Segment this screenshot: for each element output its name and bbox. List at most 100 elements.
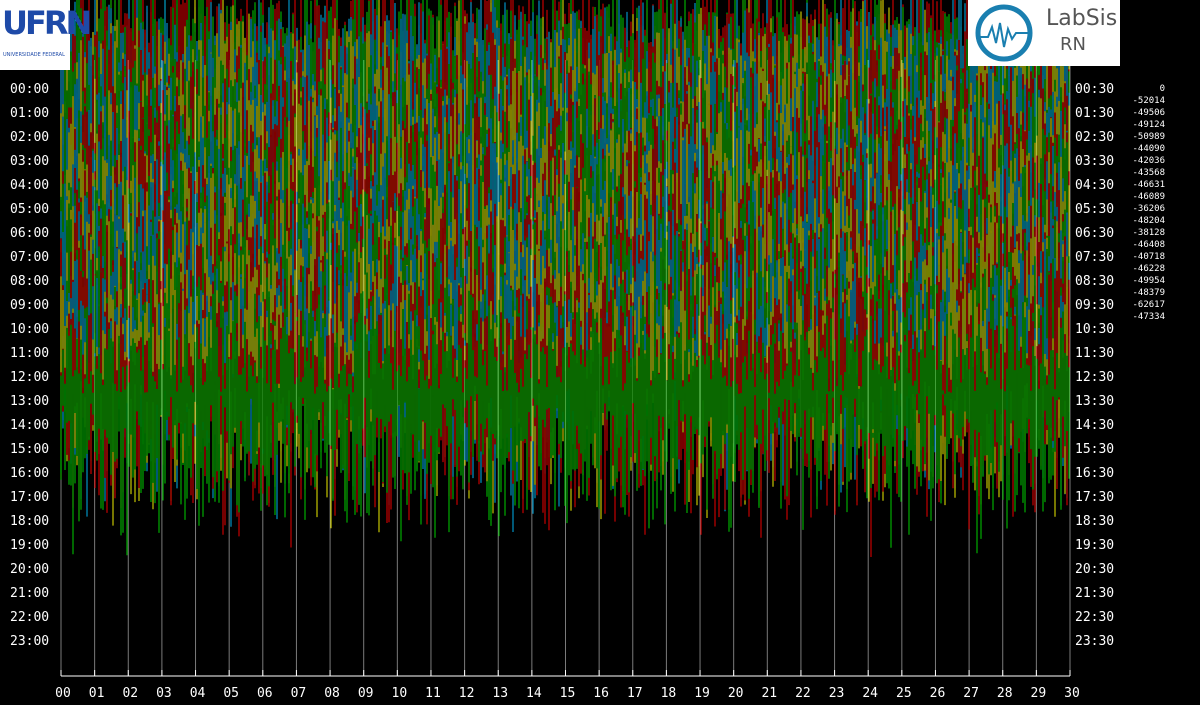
right-hour-label: 16:30	[1075, 466, 1114, 481]
left-hour-label: 09:00	[10, 298, 49, 313]
x-tick-label-29: 29	[1031, 686, 1047, 701]
left-hour-label: 17:00	[10, 490, 49, 505]
trace-offset-value: -50989	[1132, 132, 1165, 142]
right-hour-label: 14:30	[1075, 418, 1114, 433]
x-tick-label-01: 01	[89, 686, 105, 701]
x-tick-label-09: 09	[358, 686, 374, 701]
ufrn-logo-subtitle: UNIVERSIDADE FEDERAL DO RIO GRANDE DO NO…	[3, 52, 67, 58]
right-hour-label: 07:30	[1075, 250, 1114, 265]
x-tick-label-18: 18	[661, 686, 677, 701]
left-hour-label: 12:00	[10, 370, 49, 385]
labsis-logo-line1: LabSis	[1046, 6, 1118, 31]
left-hour-label: 07:00	[10, 250, 49, 265]
left-hour-label: 02:00	[10, 130, 49, 145]
helicorder-chart: 00 01 02 03 04 05 06 07 08 09 10 11 12 13 14 15 16 17 18 19…	[10, 0, 1165, 701]
right-hour-label: 10:30	[1075, 322, 1114, 337]
trace-offset-value: -46228	[1132, 264, 1165, 274]
trace-offset-value: -46408	[1132, 240, 1165, 250]
x-tick-label-06: 06	[257, 686, 273, 701]
left-hour-label: 23:00	[10, 634, 49, 649]
x-tick-label-07: 07	[291, 686, 307, 701]
x-tick-label-13: 13	[492, 686, 508, 701]
labsis-logo-line2: RN	[1060, 34, 1086, 55]
left-hour-label: 04:00	[10, 178, 49, 193]
right-hour-label: 05:30	[1075, 202, 1114, 217]
x-tick-label-26: 26	[930, 686, 946, 701]
x-tick-label-08: 08	[324, 686, 340, 701]
trace-offset-value: -52014	[1132, 96, 1165, 106]
right-hour-label: 20:30	[1075, 562, 1114, 577]
x-tick-label-14: 14	[526, 686, 542, 701]
trace-offset-value: -48204	[1132, 216, 1165, 226]
left-hour-label: 06:00	[10, 226, 49, 241]
trace-offset-value: -38128	[1132, 228, 1165, 238]
x-tick-label-03: 03	[156, 686, 172, 701]
right-hour-label: 23:30	[1075, 634, 1114, 649]
right-hour-label: 00:30	[1075, 82, 1114, 97]
trace-offset-value: -48379	[1132, 288, 1165, 298]
trace-offset-value: -44090	[1132, 144, 1165, 154]
ufrn-logo: UFRN UNIVERSIDADE FEDERAL DO RIO GRANDE …	[0, 0, 92, 70]
right-hour-label: 19:30	[1075, 538, 1114, 553]
labsis-globe-icon	[975, 4, 1033, 62]
left-hour-label: 22:00	[10, 610, 49, 625]
seismic-traces	[60, 0, 1070, 557]
x-tick-label-15: 15	[560, 686, 576, 701]
x-tick-label-16: 16	[593, 686, 609, 701]
right-hour-label: 22:30	[1075, 610, 1114, 625]
x-tick-label-17: 17	[627, 686, 643, 701]
left-hour-label: 21:00	[10, 586, 49, 601]
right-hour-label: 04:30	[1075, 178, 1114, 193]
left-hour-label: 16:00	[10, 466, 49, 481]
left-hour-label: 18:00	[10, 514, 49, 529]
x-tick-label-30: 30	[1064, 686, 1080, 701]
trace-offset-value: -42036	[1132, 156, 1165, 166]
right-hour-label: 18:30	[1075, 514, 1114, 529]
right-hour-label: 13:30	[1075, 394, 1114, 409]
x-tick-label-27: 27	[963, 686, 979, 701]
trace-offset-value: -40718	[1132, 252, 1165, 262]
right-hour-label: 06:30	[1075, 226, 1114, 241]
x-tick-label-02: 02	[122, 686, 138, 701]
x-tick-label-05: 05	[223, 686, 239, 701]
right-hour-label: 17:30	[1075, 490, 1114, 505]
left-hour-label: 05:00	[10, 202, 49, 217]
ufrn-logo-text: UFRN	[2, 4, 92, 42]
right-hour-label: 21:30	[1075, 586, 1114, 601]
trace-offset-value: -49506	[1132, 108, 1165, 118]
trace-offset-value: -49124	[1132, 120, 1165, 130]
x-tick-label-24: 24	[862, 686, 878, 701]
x-tick-label-21: 21	[761, 686, 777, 701]
right-hour-label: 03:30	[1075, 154, 1114, 169]
left-hour-label: 19:00	[10, 538, 49, 553]
x-tick-label-19: 19	[694, 686, 710, 701]
left-hour-label: 15:00	[10, 442, 49, 457]
x-tick-label-22: 22	[795, 686, 811, 701]
left-hour-label: 10:00	[10, 322, 49, 337]
x-tick-label-11: 11	[425, 686, 441, 701]
left-hour-label: 14:00	[10, 418, 49, 433]
left-hour-label: 20:00	[10, 562, 49, 577]
left-hour-label: 08:00	[10, 274, 49, 289]
left-hour-label: 01:00	[10, 106, 49, 121]
x-tick-label-10: 10	[392, 686, 408, 701]
left-hour-label: 11:00	[10, 346, 49, 361]
trace-offset-value: -47334	[1132, 312, 1165, 322]
labsis-logo: LabSis RN	[968, 0, 1120, 66]
x-tick-label-04: 04	[190, 686, 206, 701]
x-tick-label-23: 23	[829, 686, 845, 701]
x-tick-label-28: 28	[997, 686, 1013, 701]
trace-offset-value: -46631	[1132, 180, 1165, 190]
trace-offset-value: 0	[1160, 84, 1165, 94]
left-hour-label: 13:00	[10, 394, 49, 409]
right-hour-label: 15:30	[1075, 442, 1114, 457]
trace-offset-value: -62617	[1132, 300, 1165, 310]
x-tick-label-12: 12	[459, 686, 475, 701]
trace-offset-value: -43568	[1132, 168, 1165, 178]
right-hour-label: 09:30	[1075, 298, 1114, 313]
left-hour-label: 00:00	[10, 82, 49, 97]
trace-offset-value: -46089	[1132, 192, 1165, 202]
x-tick-label-20: 20	[728, 686, 744, 701]
axes	[60, 670, 1071, 677]
left-hour-label: 03:00	[10, 154, 49, 169]
